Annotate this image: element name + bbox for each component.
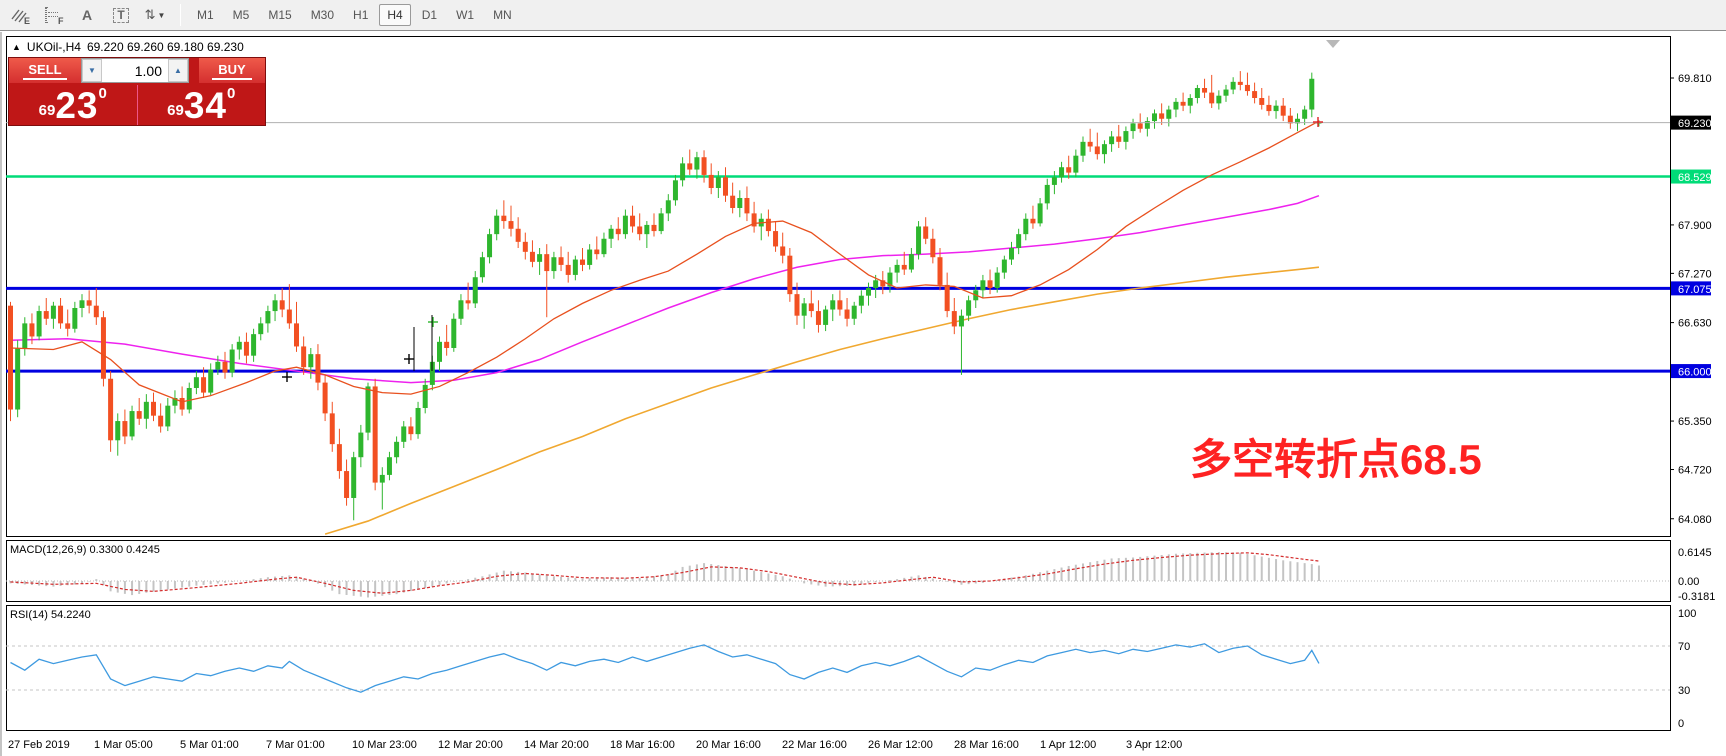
time-axis-label: 7 Mar 01:00 bbox=[266, 739, 325, 751]
time-axis-label: 28 Mar 16:00 bbox=[954, 739, 1019, 751]
draw-study-e-icon[interactable]: E bbox=[4, 3, 34, 27]
macd-pane-border bbox=[7, 541, 1671, 602]
ma-slow-line bbox=[325, 267, 1319, 534]
price-badge-label: 68.529 bbox=[1678, 172, 1712, 184]
rsi-axis-label: 30 bbox=[1678, 685, 1690, 697]
time-axis-label: 14 Mar 20:00 bbox=[524, 739, 589, 751]
chart-shift-marker-icon bbox=[1326, 40, 1340, 48]
hatch-lines-icon: E bbox=[10, 7, 28, 23]
price-axis-label: 69.810 bbox=[1678, 73, 1712, 85]
buy-price-display[interactable]: 69 34 0 bbox=[138, 85, 266, 125]
rsi-indicator-label: RSI(14) 54.2240 bbox=[10, 609, 91, 621]
sell-button[interactable]: SELL bbox=[9, 58, 81, 83]
volume-input[interactable] bbox=[102, 59, 168, 82]
price-axis-label: 64.080 bbox=[1678, 514, 1712, 526]
chart-window: 69.810 67.900 67.270 66.630 65.350 64.720 64.0… bbox=[0, 32, 1714, 756]
time-axis-label: 20 Mar 16:00 bbox=[696, 739, 761, 751]
price-badge-label: 66.000 bbox=[1678, 367, 1712, 379]
macd-axis-label: -0.3181 bbox=[1678, 591, 1715, 603]
time-axis-label: 22 Mar 16:00 bbox=[782, 739, 847, 751]
candlesticks bbox=[8, 71, 1321, 520]
rsi-pane[interactable] bbox=[6, 644, 1670, 692]
rsi-axis-label: 0 bbox=[1678, 718, 1684, 730]
toolbar: E F A T ⇅ ▼ M1M5M15M30H1H4D1W1MN bbox=[0, 0, 1726, 31]
symbol-period-label: UKOil-,H4 bbox=[27, 40, 81, 54]
price-axis-label: 65.350 bbox=[1678, 416, 1712, 428]
time-axis-label: 27 Feb 2019 bbox=[8, 739, 70, 751]
time-axis-label: 12 Mar 20:00 bbox=[438, 739, 503, 751]
rsi-axis-label: 70 bbox=[1678, 641, 1690, 653]
time-axis-label: 1 Apr 12:00 bbox=[1040, 739, 1096, 751]
price-axis: 69.810 67.900 67.270 66.630 65.350 64.720 64.0… bbox=[1670, 73, 1715, 730]
timeframe-button-M1[interactable]: M1 bbox=[189, 4, 222, 26]
time-axis-label: 18 Mar 16:00 bbox=[610, 739, 675, 751]
macd-pane[interactable] bbox=[6, 552, 1670, 597]
text-label-button[interactable]: A bbox=[72, 3, 102, 27]
collapse-triangle-icon[interactable]: ▲ bbox=[12, 42, 21, 52]
grid-template-f-icon[interactable]: F bbox=[38, 3, 68, 27]
timeframe-button-M30[interactable]: M30 bbox=[303, 4, 342, 26]
time-axis-label: 3 Apr 12:00 bbox=[1126, 739, 1182, 751]
chart-title: ▲ UKOil-,H4 69.220 69.260 69.180 69.230 bbox=[12, 40, 244, 54]
volume-decrease-button[interactable]: ▼ bbox=[82, 59, 102, 82]
chevron-down-icon: ▼ bbox=[157, 11, 165, 20]
timeframe-button-MN[interactable]: MN bbox=[485, 4, 520, 26]
sort-arrows-icon: ⇅ bbox=[145, 7, 155, 23]
rsi-axis-label: 100 bbox=[1678, 608, 1696, 620]
grid-icon: F bbox=[45, 8, 62, 23]
price-axis-label: 66.630 bbox=[1678, 318, 1712, 330]
time-axis-label: 5 Mar 01:00 bbox=[180, 739, 239, 751]
time-axis: 27 Feb 2019 1 Mar 05:00 5 Mar 01:00 7 Mar 0… bbox=[8, 739, 1182, 751]
application-window: E F A T ⇅ ▼ M1M5M15M30H1H4D1W1MN 69.8106… bbox=[0, 0, 1726, 756]
rsi-pane-border bbox=[7, 606, 1671, 731]
toolbar-separator bbox=[180, 4, 181, 26]
price-badge-label: 69.230 bbox=[1678, 118, 1712, 130]
macd-indicator-label: MACD(12,26,9) 0.3300 0.4245 bbox=[10, 544, 160, 556]
timeframe-button-H4[interactable]: H4 bbox=[379, 4, 410, 26]
price-axis-label: 67.270 bbox=[1678, 268, 1712, 280]
time-axis-label: 26 Mar 12:00 bbox=[868, 739, 933, 751]
ohlc-values: 69.220 69.260 69.180 69.230 bbox=[87, 40, 244, 54]
ma-fast-line bbox=[11, 121, 1319, 402]
macd-axis-label: 0.00 bbox=[1678, 576, 1699, 588]
timeframe-button-D1[interactable]: D1 bbox=[414, 4, 445, 26]
timeframe-button-H1[interactable]: H1 bbox=[345, 4, 376, 26]
rsi-line bbox=[11, 644, 1319, 692]
volume-increase-button[interactable]: ▲ bbox=[168, 59, 188, 82]
price-axis-label: 64.720 bbox=[1678, 465, 1712, 477]
macd-signal-line bbox=[11, 553, 1319, 593]
price-axis-label: 67.900 bbox=[1678, 220, 1712, 232]
chart-annotation-text: 多空转折点68.5 bbox=[1190, 426, 1482, 487]
sell-price-display[interactable]: 69 23 0 bbox=[9, 85, 138, 125]
volume-stepper: ▼ ▲ bbox=[81, 58, 189, 83]
chart-canvas[interactable]: 69.810 67.900 67.270 66.630 65.350 64.720 64.0… bbox=[0, 32, 1726, 756]
text-box-button[interactable]: T bbox=[106, 3, 136, 27]
buy-button[interactable]: BUY bbox=[199, 58, 265, 83]
time-axis-label: 1 Mar 05:00 bbox=[94, 739, 153, 751]
boxed-t-icon: T bbox=[113, 8, 128, 23]
sort-arrows-button[interactable]: ⇅ ▼ bbox=[140, 3, 170, 27]
letter-a-icon: A bbox=[82, 7, 92, 23]
one-click-trade-panel: SELL ▼ ▲ BUY 69 23 0 69 34 0 bbox=[8, 57, 266, 126]
time-axis-label: 10 Mar 23:00 bbox=[352, 739, 417, 751]
timeframe-button-M5[interactable]: M5 bbox=[225, 4, 258, 26]
price-badge-label: 67.075 bbox=[1678, 284, 1712, 296]
macd-axis-label: 0.6145 bbox=[1678, 547, 1712, 559]
timeframe-button-M15[interactable]: M15 bbox=[260, 4, 299, 26]
timeframe-button-group: M1M5M15M30H1H4D1W1MN bbox=[189, 4, 523, 26]
timeframe-button-W1[interactable]: W1 bbox=[448, 4, 482, 26]
